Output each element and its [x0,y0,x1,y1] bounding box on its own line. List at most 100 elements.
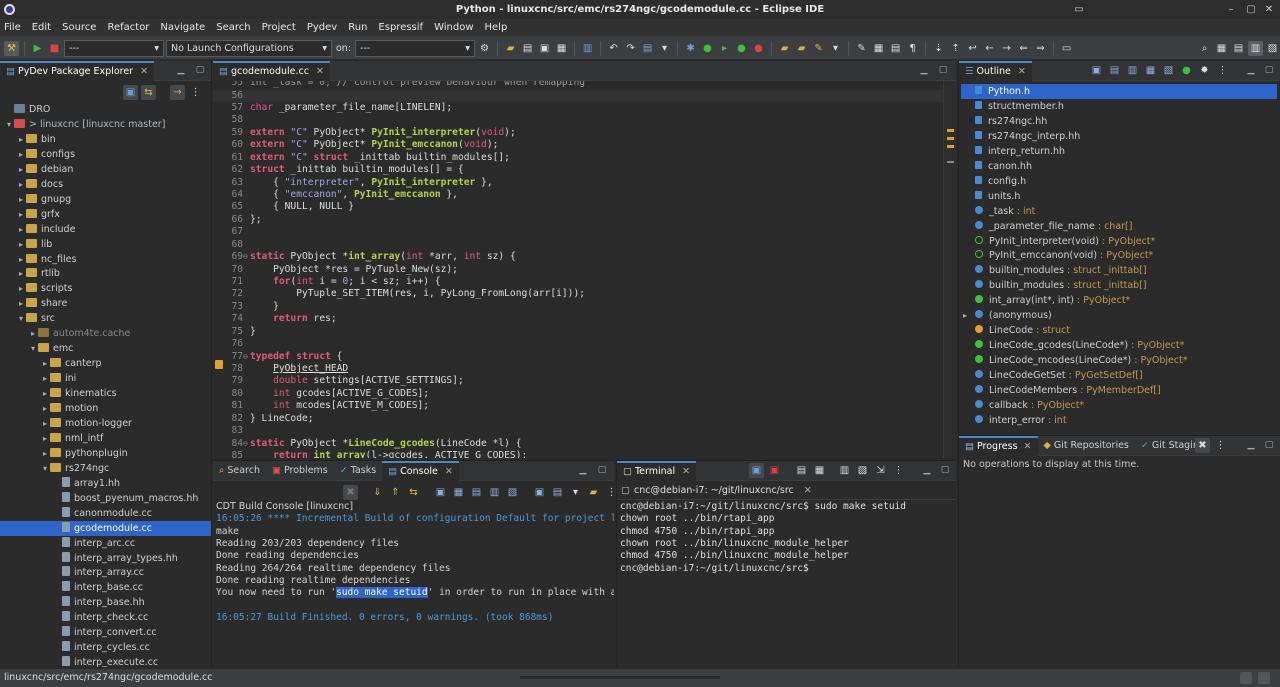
outline-item[interactable]: _task : int [961,204,1277,219]
chevron-right-icon[interactable]: ▸ [16,207,26,222]
tree-item[interactable]: ▸ debian [0,162,211,177]
outline-item[interactable]: PyInit_emccanon(void) : PyObject* [961,248,1277,263]
outline-item[interactable]: callback : PyObject* [961,398,1277,413]
minimize-icon[interactable]: ▁ [577,464,589,476]
tab-outline[interactable]: ☰ Outline ✕ [959,61,1032,81]
chevron-right-icon[interactable]: ▸ [963,308,967,323]
outline-item[interactable]: int_array(int*, int) : PyObject* [961,293,1277,308]
tree-item[interactable]: canonmodule.cc [0,506,211,521]
minimize-icon[interactable]: ▁ [921,464,933,476]
tree-item[interactable]: ▸ docs [0,177,211,192]
tree-item[interactable]: ▾ > linuxcnc [linuxcnc master] [0,117,211,132]
outline-item[interactable]: canon.hh [961,159,1277,174]
outline-item[interactable]: _parameter_file_name : char[] [961,219,1277,234]
tree-item[interactable]: ▾ emc [0,341,211,356]
tree-item[interactable]: ▸ gnupg [0,192,211,207]
tree-item[interactable]: interp_array.cc [0,565,211,580]
search-icon[interactable]: ⌕ [1197,41,1212,56]
redo-icon[interactable]: ↷ [623,41,638,56]
hide-macros-icon[interactable]: ● [1179,63,1194,78]
maximize-icon[interactable]: ▢ [596,464,608,476]
tree-item[interactable]: ▸ canterp [0,356,211,371]
tree-item[interactable]: gcodemodule.cc [0,520,211,536]
tree-item[interactable]: ▸ motion-logger [0,416,211,431]
debug-perspective-icon[interactable]: ▧ [1265,41,1280,56]
collapse-all-icon[interactable]: ▣ [123,85,138,100]
launch-mode-combo[interactable]: --- ▾ [64,39,164,57]
chevron-right-icon[interactable]: ▸ [40,401,50,416]
close-icon[interactable]: ✕ [682,466,690,477]
tree-item[interactable]: ▸ lib [0,237,211,252]
connect-icon[interactable]: ▣ [749,463,764,478]
hide-static-icon[interactable]: ▦ [1143,63,1158,78]
tree-item[interactable]: interp_convert.cc [0,625,211,640]
save-icon[interactable]: ▣ [537,41,552,56]
pin-icon[interactable]: ▭ [1059,41,1074,56]
minimize-icon[interactable]: ▁ [1245,64,1257,76]
menu-refactor[interactable]: Refactor [107,22,149,33]
new-console-icon[interactable]: ▰ [586,485,601,500]
tab-tasks[interactable]: ✓ Tasks [334,461,382,481]
print-icon[interactable]: ▦ [554,41,569,56]
group-icon[interactable]: ✹ [1197,63,1212,78]
tab-search[interactable]: ⌕ Search [213,461,266,481]
tab-package-explorer[interactable]: ▤ PyDev Package Explorer ✕ [0,61,155,81]
tree-item[interactable]: ▸ scripts [0,281,211,296]
warning-marker[interactable] [947,129,954,132]
last-edit-icon[interactable]: ↩ [965,41,980,56]
outline-item[interactable]: interp_error : int [961,413,1277,428]
chevron-right-icon[interactable]: ▸ [40,356,50,371]
chevron-right-icon[interactable]: ▸ [40,371,50,386]
tab-problems[interactable]: ▣ Problems [266,461,334,481]
gear-icon[interactable]: ⚙ [477,41,492,56]
tree-item[interactable]: ▸ share [0,296,211,311]
tree-item[interactable]: ▸ ini [0,371,211,386]
tree-item[interactable]: ▸ nc_files [0,252,211,267]
code-area[interactable]: 55 int _task = 0; // control preview beha… [213,81,943,458]
back-icon[interactable]: ← [982,41,997,56]
outline-item[interactable]: builtin_modules : struct _inittab[] [961,278,1277,293]
outline-item[interactable]: units.h [961,189,1277,204]
tree-item[interactable]: interp_array_types.hh [0,551,211,566]
remove-all-icon[interactable]: ✖ [1195,438,1210,453]
outline-item[interactable]: builtin_modules : struct _inittab[] [961,263,1277,278]
chevron-right-icon[interactable]: ▸ [16,296,26,311]
outline-item[interactable]: interp_return.hh [961,144,1277,159]
hide-fields-icon[interactable]: ▥ [1125,63,1140,78]
close-icon[interactable]: ✕ [1024,441,1032,452]
paste-icon[interactable]: ▦ [812,463,827,478]
close-icon[interactable]: ✕ [445,466,453,477]
console-output[interactable]: CDT Build Console [linuxcnc] 16:05:26 **… [213,501,614,667]
tree-item[interactable]: ▾ src [0,311,211,326]
console-selection[interactable]: sudo make setuid [336,587,428,599]
forward-history-icon[interactable]: ⇒ [1033,41,1048,56]
maximize-icon[interactable]: ▢ [1263,439,1275,451]
tree-item[interactable]: interp_base.hh [0,595,211,610]
annotation-prev-icon[interactable]: ⇣ [931,41,946,56]
tab-git-repositories[interactable]: ◆ Git Repositories [1038,436,1135,456]
close-icon[interactable]: ✕ [316,66,324,77]
outline-item[interactable]: rs274ngc_interp.hh [961,129,1277,144]
open-icon[interactable]: ▤ [520,41,535,56]
chevron-right-icon[interactable]: ▸ [16,281,26,296]
chevron-right-icon[interactable]: ▸ [28,326,38,341]
chevron-right-icon[interactable]: ▸ [16,252,26,267]
tree-item[interactable]: interp_cycles.cc [0,640,211,655]
outline-item[interactable]: structmember.h [961,99,1277,114]
tab-progress[interactable]: ▤ Progress ✕ [959,436,1038,456]
launch-config-combo[interactable]: No Launch Configurations ▾ [166,39,332,57]
close-icon[interactable]: ✕ [804,485,812,496]
menu-project[interactable]: Project [262,22,296,33]
perspective-icon[interactable]: ▦ [1214,41,1229,56]
chevron-down-icon[interactable]: ▾ [40,461,50,476]
tree-item[interactable]: array1.hh [0,476,211,491]
copy-icon[interactable]: ▤ [794,463,809,478]
tree-item[interactable]: interp_execute.cc [0,655,211,667]
maximize-icon[interactable]: ▢ [939,464,951,476]
chevron-right-icon[interactable]: ▸ [16,162,26,177]
clear-console-icon[interactable]: ▦ [451,485,466,500]
chevron-right-icon[interactable]: ▸ [16,147,26,162]
debug-icon[interactable]: ✱ [683,41,698,56]
terminal-icon[interactable]: ▥ [580,41,595,56]
chevron-right-icon[interactable]: ▸ [16,222,26,237]
